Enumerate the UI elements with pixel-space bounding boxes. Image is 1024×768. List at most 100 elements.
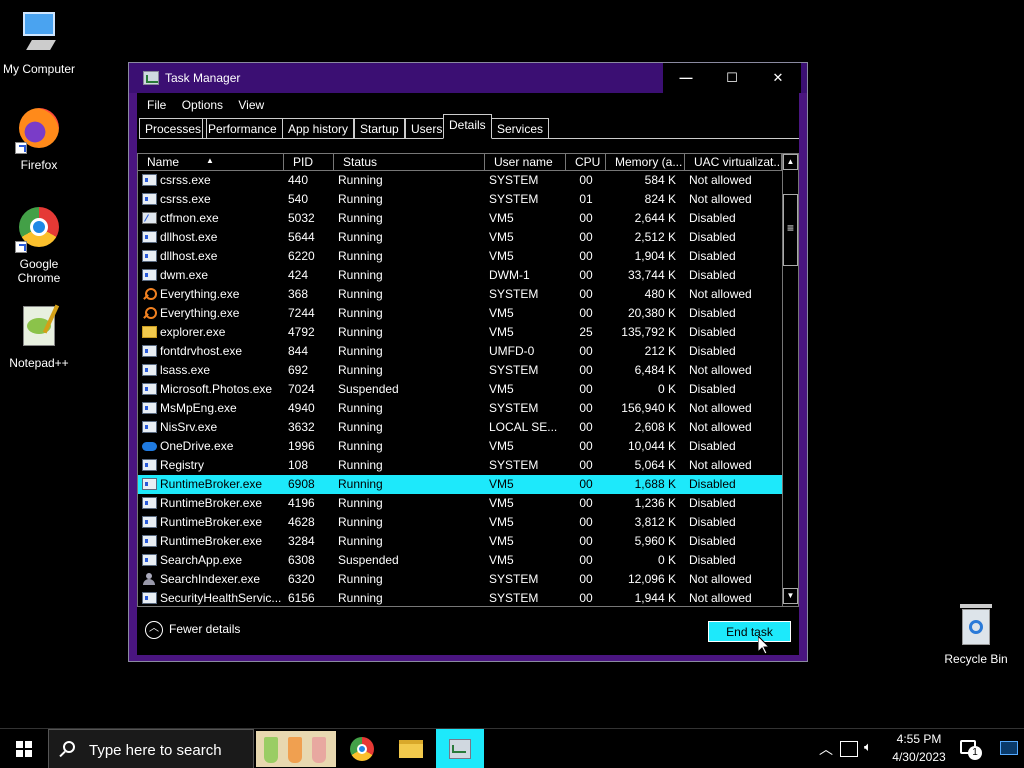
cell-user: LOCAL SE... [489,420,558,434]
task-manager-window: Task Manager — ☐ ✕ File Options View Pro… [128,62,808,662]
column-header-uac-virtualization[interactable]: UAC virtualizat... [685,154,782,171]
cell-uac: Disabled [689,306,736,320]
cell-user: SYSTEM [489,363,539,377]
cell-name: dwm.exe [160,268,209,282]
table-row[interactable]: csrss.exe 540 Running SYSTEM 01 824 K Not allo… [138,190,782,209]
close-button[interactable]: ✕ [755,63,801,93]
title-bar[interactable]: Task Manager — ☐ ✕ [129,63,807,93]
table-row[interactable]: Everything.exe 7244 Running VM5 00 20,380 K Di… [138,304,782,323]
desktop-icon-google-chrome[interactable]: Google Chrome [1,205,77,285]
minimize-button[interactable]: — [663,63,709,93]
table-row[interactable]: MsMpEng.exe 4940 Running SYSTEM 00 156,940 K N… [138,399,782,418]
news-widget-icon[interactable] [256,731,336,767]
desktop-icon-my-computer[interactable]: My Computer [1,10,77,76]
network-icon[interactable] [840,741,858,757]
sort-ascending-icon: ▲ [206,156,214,165]
desktop-icon-label: Google Chrome [17,257,61,285]
column-header-name[interactable]: Name ▲ [138,154,284,171]
column-header-status[interactable]: Status [334,154,485,171]
table-row[interactable]: lsass.exe 692 Running SYSTEM 00 6,484 K Not al… [138,361,782,380]
table-row[interactable]: ctfmon.exe 5032 Running VM5 00 2,644 K Disable… [138,209,782,228]
vertical-scrollbar[interactable]: ▲ ▼ [782,154,798,606]
taskbar-task-manager-icon[interactable] [436,729,484,768]
maximize-button[interactable]: ☐ [709,63,755,93]
taskbar-file-explorer-icon[interactable] [387,729,435,768]
process-icon [142,174,157,186]
tab-performance[interactable]: Performance [202,118,283,138]
cell-status: Running [338,211,383,225]
tab-details[interactable]: Details [443,114,492,139]
table-row[interactable]: dllhost.exe 6220 Running VM5 00 1,904 K Disabl… [138,247,782,266]
taskbar-chrome-icon[interactable] [338,729,386,768]
table-row[interactable]: OneDrive.exe 1996 Running VM5 00 10,044 K Disa… [138,437,782,456]
tab-startup[interactable]: Startup [354,118,405,138]
cell-status: Running [338,572,383,586]
fewer-details-button[interactable]: ︿ Fewer details [145,621,240,639]
cell-memory: 3,812 K [634,515,676,529]
scroll-down-icon[interactable]: ▼ [783,588,798,604]
cell-name: SearchApp.exe [160,553,243,567]
table-row[interactable]: fontdrvhost.exe 844 Running UMFD-0 00 212 K Di… [138,342,782,361]
table-row[interactable]: Microsoft.Photos.exe 7024 Suspended VM5 00 0 … [138,380,782,399]
tab-users[interactable]: Users [405,118,449,138]
action-center-button[interactable]: 1 [958,738,984,762]
desktop-icon-notepad-plus-plus[interactable]: Notepad++ [1,304,77,370]
cell-cpu: 00 [579,211,593,225]
start-button[interactable] [0,729,48,768]
cell-user: DWM-1 [489,268,530,282]
folder-icon [142,326,157,338]
column-header-user-name[interactable]: User name [485,154,566,171]
cell-memory: 2,512 K [634,230,676,244]
menu-file[interactable]: File [141,95,172,115]
show-desktop-button[interactable] [1000,741,1018,755]
cell-pid: 6308 [288,553,315,567]
table-row[interactable]: SearchIndexer.exe 6320 Running SYSTEM 00 12,0… [138,570,782,589]
process-icon [142,592,157,604]
table-row[interactable]: dllhost.exe 5644 Running VM5 00 2,512 K Disabl… [138,228,782,247]
volume-icon[interactable]: 🔈︎ [864,739,882,759]
tab-services[interactable]: Services [491,118,550,138]
clock[interactable]: 4:55 PM 4/30/2023 [888,732,950,768]
table-row[interactable]: Registry 108 Running SYSTEM 00 5,064 K Not all… [138,456,782,475]
column-header-cpu[interactable]: CPU [566,154,606,171]
table-row[interactable]: SecurityHealthServic... 6156 Running SYSTEM… [138,589,782,606]
cell-cpu: 00 [579,344,593,358]
taskbar-search-box[interactable]: Type here to search [48,729,254,768]
cell-pid: 4940 [288,401,315,415]
desktop-icon-recycle-bin[interactable]: Recycle Bin [940,604,1012,666]
menu-options[interactable]: Options [176,95,229,115]
cell-user: SYSTEM [489,591,539,605]
table-row-selected[interactable]: RuntimeBroker.exe 6908 Running VM5 00 1,688 K… [138,475,782,494]
scrollbar-thumb[interactable] [783,194,798,266]
tab-processes[interactable]: Processes [139,118,208,138]
table-row[interactable]: Everything.exe 368 Running SYSTEM 00 480 K Not… [138,285,782,304]
menu-view[interactable]: View [232,95,270,115]
table-row[interactable]: SearchApp.exe 6308 Suspended VM5 00 0 K Disabl… [138,551,782,570]
cell-status: Suspended [338,382,399,396]
table-row[interactable]: RuntimeBroker.exe 3284 Running VM5 00 5,960 K… [138,532,782,551]
table-row[interactable]: RuntimeBroker.exe 4628 Running VM5 00 3,812 K… [138,513,782,532]
cell-status: Running [338,230,383,244]
cell-name: Everything.exe [160,287,240,301]
cell-cpu: 00 [579,363,593,377]
table-row[interactable]: NisSrv.exe 3632 Running LOCAL SE... 00 2,608 … [138,418,782,437]
table-row[interactable]: csrss.exe 440 Running SYSTEM 00 584 K Not allo… [138,171,782,190]
cell-cpu: 00 [579,534,593,548]
column-header-pid[interactable]: PID [284,154,334,171]
scroll-up-icon[interactable]: ▲ [783,154,798,170]
cell-uac: Not allowed [689,192,752,206]
cell-pid: 1996 [288,439,315,453]
cell-uac: Not allowed [689,591,752,605]
table-row[interactable]: dwm.exe 424 Running DWM-1 00 33,744 K Disabled [138,266,782,285]
cell-status: Running [338,344,383,358]
cell-uac: Disabled [689,268,736,282]
cloud-icon [142,442,157,451]
desktop-icon-firefox[interactable]: Firefox [1,106,77,172]
column-header-memory[interactable]: Memory (a... [606,154,685,171]
tab-app-history[interactable]: App history [282,118,355,138]
show-hidden-icons-chevron-icon[interactable]: ︿ [816,739,836,759]
table-row[interactable]: RuntimeBroker.exe 4196 Running VM5 00 1,236 K… [138,494,782,513]
table-row[interactable]: explorer.exe 4792 Running VM5 25 135,792 K Dis… [138,323,782,342]
desktop-icon-label: Notepad++ [9,356,69,370]
end-task-button[interactable]: End task [708,621,791,642]
